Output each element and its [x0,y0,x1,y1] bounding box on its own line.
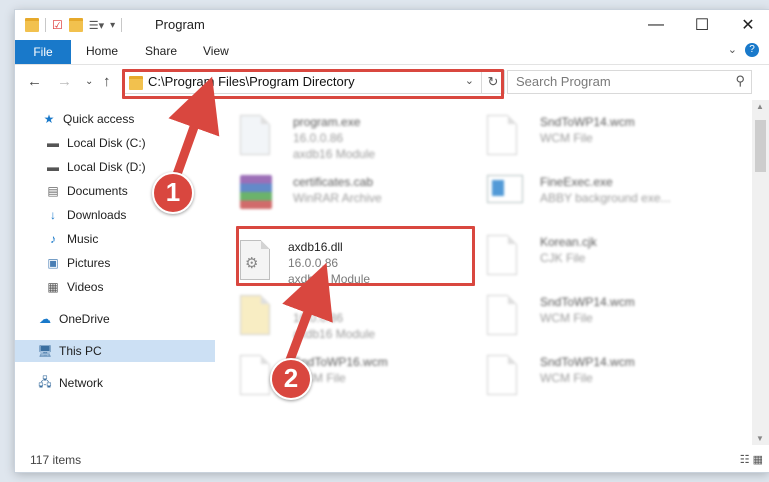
address-path: C:\Program Files\Program Directory [148,74,355,89]
window-title: Program [155,17,205,32]
documents-icon: ▤ [47,184,59,198]
file-icon [240,295,274,337]
help-icon[interactable]: ? [745,43,759,57]
cloud-icon: ☁ [39,312,51,326]
search-box[interactable]: Search Program ⚲ [507,70,752,94]
scroll-down-icon[interactable]: ▼ [756,434,764,443]
view-toggle-icons[interactable]: ☷ ▦ [740,453,763,466]
customize-toolbar-icon[interactable]: ▾ [110,20,115,31]
file-icon [240,355,274,397]
step-2-badge: 2 [270,358,312,400]
sidebar-item-quick-access[interactable]: ★ Quick access [15,108,236,130]
file-icon [487,115,521,157]
recent-locations-icon[interactable]: ⌄ [85,76,93,87]
pictures-icon: ▣ [47,256,59,270]
sidebar-item-videos[interactable]: ▦ Videos 📌 [15,276,240,298]
tab-share[interactable]: Share [145,44,177,58]
file-item[interactable]: certificates.cab WinRAR Archive [215,170,455,226]
file-item-axdb16-dll[interactable]: ⚙ axdb16.dll 16.0.0.86 axdb16 Module [240,235,470,291]
file-item[interactable]: SndToWP14.wcm WCM File [462,290,702,346]
sidebar-item-documents[interactable]: ▤ Documents 📌 [15,180,240,202]
drive-icon: ▬ [47,136,59,150]
sidebar-item-local-disk-d[interactable]: ▬ Local Disk (D:) 📌 [15,156,240,178]
scrollbar-thumb[interactable] [755,120,766,172]
sidebar-item-downloads[interactable]: ↓ Downloads 📌 [15,204,240,226]
file-item[interactable]: SndToWP14.wcm WCM File [462,110,702,166]
status-bar: 117 items ☷ ▦ [15,448,769,472]
refresh-icon[interactable]: ↻ [481,71,504,93]
file-icon [487,295,521,337]
view-options-icon[interactable]: ☰▾ [89,19,104,32]
archive-icon [240,175,274,217]
file-item[interactable]: SndToWP14.wcm WCM File [462,350,702,406]
sidebar-item-pictures[interactable]: ▣ Pictures 📌 [15,252,240,274]
properties-icon[interactable]: ☑ [52,18,63,32]
sidebar-item-label: Local Disk (C:) [67,136,146,150]
dll-file-icon: ⚙ [240,240,274,282]
folder-icon [25,18,39,32]
file-item[interactable]: x6 16.0.0.86 axdb16 Module [215,290,455,346]
quick-access-toolbar: ☑ ☰▾ ▾ [25,17,123,33]
sidebar-item-label: Downloads [67,208,127,222]
tab-file[interactable]: File [15,40,71,64]
sidebar-item-network[interactable]: 🖧 Network [15,372,232,394]
vertical-scrollbar[interactable]: ▲ ▼ [752,100,769,445]
sidebar-item-label: Documents [67,184,128,198]
ribbon: File Home Share View ⌄ ? [15,40,769,65]
music-icon: ♪ [50,232,56,246]
star-icon: ★ [43,112,55,126]
minimize-button[interactable]: — [633,10,679,40]
search-input[interactable]: Search Program [516,74,611,89]
drive-icon: ▬ [47,160,59,174]
sidebar-item-label: This PC [59,344,102,358]
search-icon[interactable]: ⚲ [735,73,745,89]
file-icon [487,235,521,277]
sidebar-item-label: OneDrive [59,312,110,326]
sidebar-item-label: Quick access [63,112,135,126]
item-count: 117 items [30,453,82,467]
sidebar-item-this-pc[interactable]: 🖥 This PC [15,340,232,362]
address-bar[interactable]: C:\Program Files\Program Directory ⌄ ↻ [123,70,505,94]
explorer-window: ☑ ☰▾ ▾ Program — ☐ ✕ File Home Share Vie… [15,10,769,472]
computer-icon: 🖥 [37,344,53,358]
file-item[interactable]: program.exe 16.0.0.86 axdb16 Module [215,110,455,166]
navigation-pane: ★ Quick access ▬ Local Disk (C:) 📌 ▬ Loc… [15,100,236,445]
network-icon: 🖧 [38,374,52,389]
step-1-badge: 1 [152,172,194,214]
file-item[interactable]: SndToWP16.wcm WCM File [215,350,455,406]
scroll-up-icon[interactable]: ▲ [756,102,764,111]
new-folder-icon[interactable] [68,18,83,32]
close-button[interactable]: ✕ [725,10,769,40]
videos-icon: ▦ [47,280,59,294]
exe-file-icon [487,175,523,217]
sidebar-item-onedrive[interactable]: ☁ OneDrive [15,308,232,330]
up-arrow-icon[interactable]: ↑ [103,73,111,90]
sidebar-item-label: Videos [67,280,104,294]
expand-ribbon-icon[interactable]: ⌄ [728,43,737,56]
file-item[interactable]: Korean.cjk CJK File [462,230,702,286]
title-bar: ☑ ☰▾ ▾ Program — ☐ ✕ [15,10,769,40]
back-arrow-icon[interactable]: ← [27,73,42,90]
sidebar-item-label: Local Disk (D:) [67,160,146,174]
chevron-down-icon[interactable]: ⌄ [465,74,474,87]
sidebar-item-local-disk-c[interactable]: ▬ Local Disk (C:) 📌 [15,132,240,154]
sidebar-item-label: Pictures [67,256,111,270]
tab-view[interactable]: View [203,44,229,58]
maximize-button[interactable]: ☐ [679,10,725,40]
folder-icon [129,76,143,90]
sidebar-item-label: Music [67,232,99,246]
file-icon [487,355,521,397]
forward-arrow-icon[interactable]: → [57,73,72,90]
sidebar-item-music[interactable]: ♪ Music 📌 [15,228,240,250]
file-item[interactable]: FineExec.exe ABBY background exe... [462,170,702,226]
navigation-bar: ← → ⌄ ↑ C:\Program Files\Program Directo… [15,65,769,99]
sidebar-item-label: Network [59,376,104,390]
tab-home[interactable]: Home [86,44,118,58]
exe-file-icon [240,115,274,157]
download-icon: ↓ [50,208,56,222]
